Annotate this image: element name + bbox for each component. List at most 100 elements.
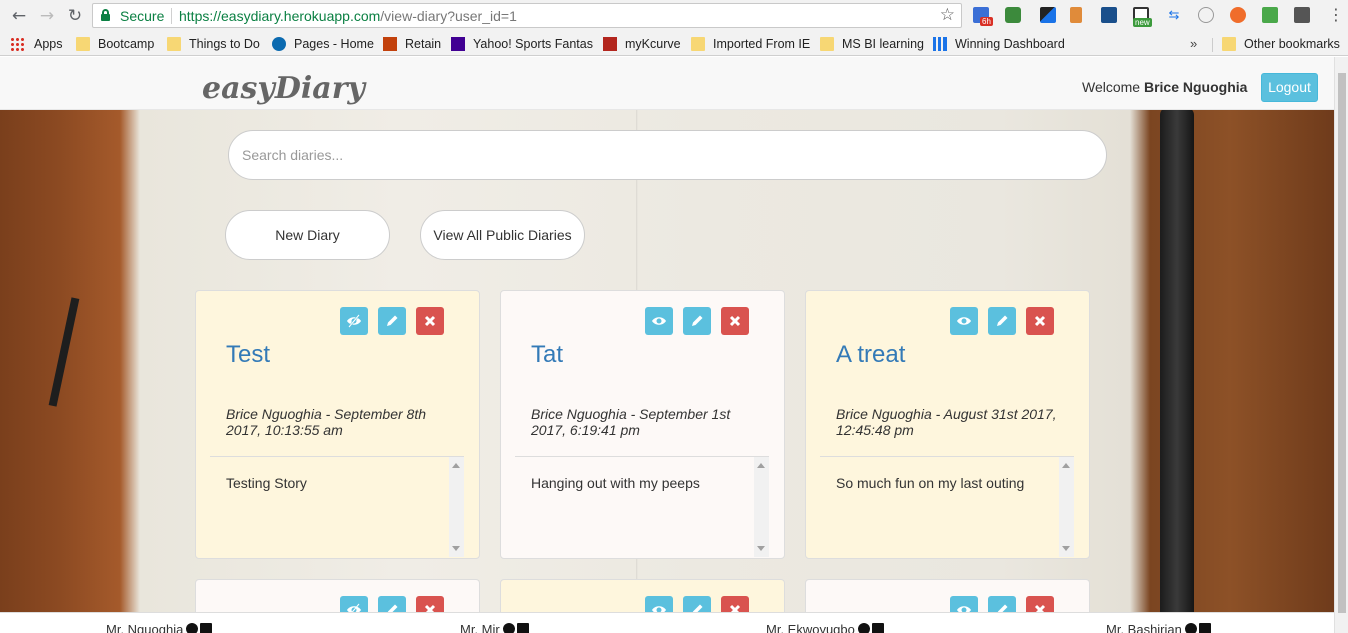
github-icon[interactable]: [186, 623, 199, 633]
extension-close-circle-icon[interactable]: [1230, 7, 1246, 23]
app-navbar: easyDiary Welcome Brice Nguoghia Logout: [0, 57, 1334, 110]
diary-body[interactable]: Hanging out with my peeps: [515, 456, 769, 557]
credit-name: Mr. Ekwoyugbo: [766, 622, 855, 633]
scroll-down-icon[interactable]: [757, 546, 765, 551]
diary-scrollbar[interactable]: [754, 457, 769, 557]
toggle-visibility-button[interactable]: [645, 307, 673, 335]
extension-info-icon[interactable]: [1198, 7, 1214, 23]
brand-logo[interactable]: easyDiary: [202, 71, 365, 106]
credit-name: Mr. Bashirian: [1106, 622, 1182, 633]
extension-badge-hours: 6h: [980, 17, 993, 26]
footer: Mr. Nguoghia Mr. Mir Mr. Ekwoyugbo Mr. B…: [0, 612, 1334, 633]
github-icon[interactable]: [502, 623, 515, 633]
diary-card: Tat Brice Nguoghia - September 1st 2017,…: [500, 290, 785, 559]
diary-title[interactable]: Test: [226, 341, 270, 369]
edit-button[interactable]: [683, 307, 711, 335]
diary-title[interactable]: A treat: [836, 341, 905, 369]
linkedin-icon[interactable]: [871, 623, 884, 633]
extension-calendar-icon[interactable]: 6h: [973, 7, 993, 26]
browser-menu-icon[interactable]: ⋮: [1328, 5, 1344, 24]
url-path: /view-diary?user_id=1: [380, 8, 517, 24]
bookmarks-separator: [1212, 38, 1213, 52]
diary-scrollbar[interactable]: [1059, 457, 1074, 557]
bookmark-label: Winning Dashboard: [955, 37, 1065, 51]
address-separator: [171, 8, 172, 24]
secure-label: Secure: [120, 8, 165, 24]
github-icon[interactable]: [1184, 623, 1197, 633]
page-scrollbar[interactable]: [1334, 57, 1348, 633]
extension-cors-icon[interactable]: [1262, 7, 1278, 23]
back-arrow-icon[interactable]: ←: [8, 5, 30, 27]
diary-title[interactable]: Tat: [531, 341, 563, 369]
diary-scrollbar[interactable]: [449, 457, 464, 557]
github-icon[interactable]: [857, 623, 870, 633]
delete-button[interactable]: [416, 307, 444, 335]
more-bookmarks-chevron-icon[interactable]: »: [1190, 36, 1197, 51]
bookmark-label: myKcurve: [625, 37, 681, 51]
forward-arrow-icon[interactable]: →: [36, 5, 58, 27]
extension-sync-icon[interactable]: ⇆: [1166, 7, 1182, 23]
delete-button[interactable]: [1026, 307, 1054, 335]
sharepoint-icon: [272, 37, 286, 51]
linkedin-icon[interactable]: [516, 623, 529, 633]
scroll-down-icon[interactable]: [1062, 546, 1070, 551]
credit-name: Mr. Nguoghia: [106, 622, 184, 633]
page-scrollbar-thumb[interactable]: [1338, 73, 1346, 613]
scroll-up-icon[interactable]: [452, 463, 460, 468]
edit-button[interactable]: [988, 307, 1016, 335]
extension-capture-icon[interactable]: new: [1133, 7, 1152, 27]
folder-icon: [1222, 37, 1236, 51]
bookmark-label: MS BI learning: [842, 37, 924, 51]
toggle-visibility-button[interactable]: [340, 307, 368, 335]
new-diary-button[interactable]: New Diary: [225, 210, 390, 260]
credit-item: Mr. Mir: [460, 622, 529, 633]
toggle-visibility-button[interactable]: [950, 307, 978, 335]
scroll-up-icon[interactable]: [1062, 463, 1070, 468]
pencil-icon: [387, 315, 398, 326]
diary-text: Testing Story: [226, 475, 307, 491]
bookmarks-bar: Apps Bootcamp Things to Do Pages - Home …: [0, 32, 1348, 56]
extension-li-icon[interactable]: [1101, 7, 1117, 23]
extension-tag-icon[interactable]: [1070, 7, 1082, 23]
eye-icon: [652, 317, 666, 325]
diary-text: So much fun on my last outing: [836, 475, 1025, 491]
pencil-icon: [692, 315, 703, 326]
scroll-up-icon[interactable]: [757, 463, 765, 468]
diary-body[interactable]: So much fun on my last outing: [820, 456, 1074, 557]
page-background: easyDiary Welcome Brice Nguoghia Logout …: [0, 57, 1334, 633]
extension-eyedropper-icon[interactable]: [1040, 7, 1056, 23]
url-text[interactable]: https://easydiary.herokuapp.com/view-dia…: [179, 8, 517, 24]
extension-shield-icon[interactable]: [1005, 7, 1021, 23]
diary-card: A treat Brice Nguoghia - August 31st 201…: [805, 290, 1090, 559]
delete-button[interactable]: [721, 307, 749, 335]
diary-meta: Brice Nguoghia - September 8th 2017, 10:…: [226, 406, 426, 438]
folder-icon: [691, 37, 705, 51]
welcome-prefix: Welcome: [1082, 79, 1144, 95]
logout-button[interactable]: Logout: [1261, 73, 1318, 102]
welcome-message: Welcome Brice Nguoghia: [1082, 79, 1247, 95]
retain-icon: [383, 37, 397, 51]
search-input[interactable]: [228, 130, 1107, 180]
diary-card: Test Brice Nguoghia - September 8th 2017…: [195, 290, 480, 559]
diary-body[interactable]: Testing Story: [210, 456, 464, 557]
credit-item: Mr. Ekwoyugbo: [766, 622, 884, 633]
bookmark-star-icon[interactable]: ☆: [940, 5, 955, 25]
close-icon: [1034, 315, 1046, 327]
browser-toolbar: ← → ↻ Secure https://easydiary.herokuapp…: [0, 0, 1348, 32]
diary-meta: Brice Nguoghia - August 31st 2017, 12:45…: [836, 406, 1057, 438]
extension-badge-new: new: [1133, 18, 1152, 27]
edit-button[interactable]: [378, 307, 406, 335]
eye-slash-icon: [347, 314, 361, 328]
view-public-diaries-button[interactable]: View All Public Diaries: [420, 210, 585, 260]
address-bar[interactable]: Secure https://easydiary.herokuapp.com/v…: [92, 3, 962, 28]
extension-bulb-icon[interactable]: [1294, 7, 1310, 23]
reload-icon[interactable]: ↻: [64, 5, 86, 27]
linkedin-icon[interactable]: [200, 623, 213, 633]
diary-text: Hanging out with my peeps: [531, 475, 700, 491]
url-host: https://easydiary.herokuapp.com: [179, 8, 381, 24]
bookmark-label: Other bookmarks: [1244, 37, 1340, 51]
linkedin-icon[interactable]: [1198, 623, 1211, 633]
bookmark-label: Apps: [34, 37, 63, 51]
folder-icon: [820, 37, 834, 51]
scroll-down-icon[interactable]: [452, 546, 460, 551]
